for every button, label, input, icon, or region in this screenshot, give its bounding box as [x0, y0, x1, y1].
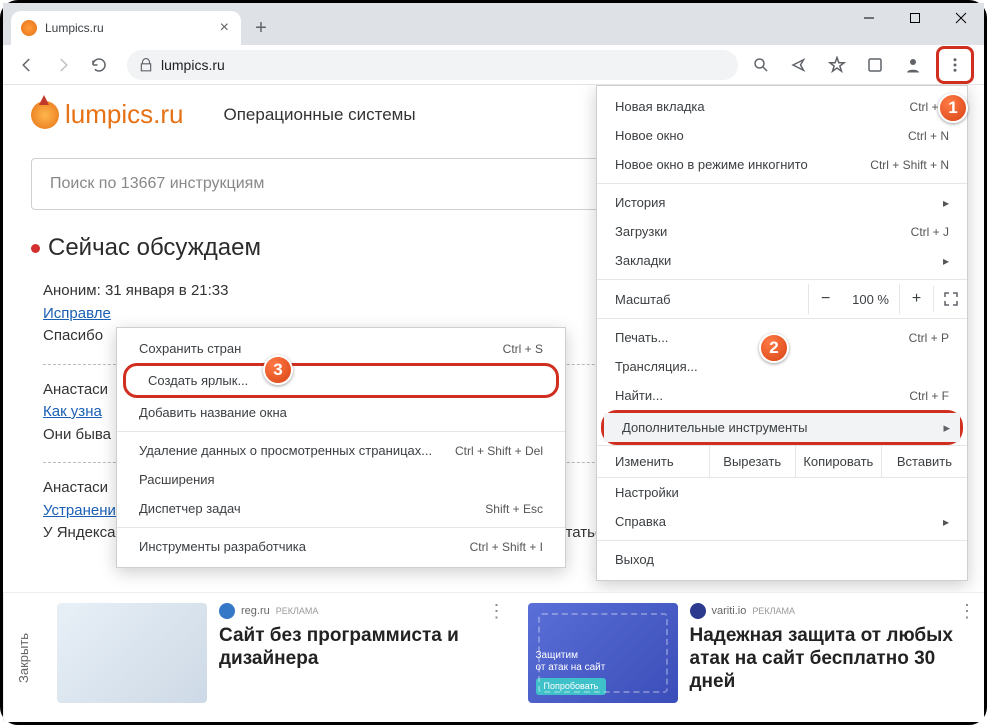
submenu-extensions[interactable]: Расширения	[117, 465, 565, 494]
nav-os-link[interactable]: Операционные системы	[223, 105, 415, 125]
share-icon[interactable]	[784, 50, 814, 80]
fullscreen-icon[interactable]	[933, 286, 967, 312]
window-titlebar: Lumpics.ru × +	[3, 3, 984, 45]
copy-button[interactable]: Копировать	[795, 446, 881, 477]
zoom-value: 100 %	[842, 292, 899, 307]
ad-favicon	[690, 603, 706, 619]
menu-new-window[interactable]: Новое окноCtrl + N	[597, 121, 967, 150]
more-tools-submenu: Сохранить странCtrl + S Создать ярлык...…	[116, 327, 566, 568]
comment-link[interactable]: Как узна	[43, 403, 102, 420]
profile-icon[interactable]	[898, 50, 928, 80]
ad-title: Надежная защита от любых атак на сайт бе…	[690, 625, 973, 693]
new-tab-button[interactable]: +	[247, 14, 275, 42]
ad-options-icon[interactable]: ⋮	[958, 601, 976, 622]
menu-edit-row: Изменить Вырезать Копировать Вставить	[597, 445, 967, 478]
kebab-menu-icon[interactable]	[940, 50, 970, 80]
logo-icon	[31, 101, 59, 129]
ad-banner-row: Закрыть reg.ru РЕКЛАМА Сайт без программ…	[3, 592, 984, 722]
browser-tab[interactable]: Lumpics.ru ×	[11, 11, 241, 45]
submenu-clear-data[interactable]: Удаление данных о просмотренных страница…	[117, 436, 565, 465]
menu-downloads[interactable]: ЗагрузкиCtrl + J	[597, 217, 967, 246]
menu-more-tools[interactable]: Дополнительные инструменты	[604, 413, 960, 442]
comment-link[interactable]: Исправле	[43, 305, 111, 322]
zoom-minus-button[interactable]: −	[808, 284, 842, 314]
address-bar[interactable]: lumpics.ru	[127, 50, 738, 80]
edit-label: Изменить	[597, 446, 709, 477]
menu-history[interactable]: История▸	[597, 188, 967, 217]
maximize-button[interactable]	[892, 3, 938, 33]
site-logo[interactable]: lumpics.ru	[31, 99, 183, 130]
menu-settings[interactable]: Настройки	[597, 478, 967, 507]
cut-button[interactable]: Вырезать	[709, 446, 795, 477]
ad-card[interactable]: Защитимот атак на сайтПопробовать variti…	[516, 593, 985, 722]
close-ads-button[interactable]: Закрыть	[3, 593, 43, 722]
zoom-plus-button[interactable]: +	[899, 284, 933, 314]
ad-image	[57, 603, 207, 703]
address-toolbar: lumpics.ru	[3, 45, 984, 85]
extensions-icon[interactable]	[860, 50, 890, 80]
annotation-badge-2: 2	[759, 333, 789, 363]
lock-icon	[139, 58, 153, 72]
menu-zoom-row: Масштаб − 100 % +	[597, 284, 967, 314]
bookmark-star-icon[interactable]	[822, 50, 852, 80]
main-menu: Новая вкладкаCtrl + T Новое окноCtrl + N…	[596, 85, 968, 581]
menu-bookmarks[interactable]: Закладки▸	[597, 246, 967, 275]
menu-help[interactable]: Справка▸	[597, 507, 967, 536]
chevron-right-icon: ▸	[943, 420, 950, 436]
submenu-name-window[interactable]: Добавить название окна	[117, 398, 565, 427]
red-dot-icon	[31, 244, 40, 253]
close-window-button[interactable]	[938, 3, 984, 33]
ad-options-icon[interactable]: ⋮	[488, 601, 506, 622]
reload-button[interactable]	[85, 51, 113, 79]
menu-find[interactable]: Найти...Ctrl + F	[597, 381, 967, 410]
logo-text: lumpics.ru	[65, 99, 183, 130]
ad-favicon	[219, 603, 235, 619]
tab-favicon	[21, 20, 37, 36]
back-button[interactable]	[13, 51, 41, 79]
close-tab-icon[interactable]: ×	[220, 19, 229, 37]
submenu-save-page[interactable]: Сохранить странCtrl + S	[117, 334, 565, 363]
paste-button[interactable]: Вставить	[881, 446, 967, 477]
menu-incognito[interactable]: Новое окно в режиме инкогнитоCtrl + Shif…	[597, 150, 967, 179]
url-text: lumpics.ru	[161, 57, 225, 73]
ad-card[interactable]: reg.ru РЕКЛАМА Сайт без программиста и д…	[45, 593, 514, 722]
menu-new-tab[interactable]: Новая вкладкаCtrl + T	[597, 92, 967, 121]
forward-button[interactable]	[49, 51, 77, 79]
ad-image: Защитимот атак на сайтПопробовать	[528, 603, 678, 703]
submenu-task-manager[interactable]: Диспетчер задачShift + Esc	[117, 494, 565, 523]
annotation-badge-3: 3	[263, 355, 293, 385]
ad-title: Сайт без программиста и дизайнера	[219, 625, 502, 671]
search-icon[interactable]	[746, 50, 776, 80]
annotation-badge-1: 1	[938, 93, 968, 123]
menu-exit[interactable]: Выход	[597, 545, 967, 574]
tab-title: Lumpics.ru	[45, 21, 104, 35]
submenu-dev-tools[interactable]: Инструменты разработчикаCtrl + Shift + I	[117, 532, 565, 561]
submenu-create-shortcut[interactable]: Создать ярлык...	[126, 366, 556, 395]
minimize-button[interactable]	[846, 3, 892, 33]
